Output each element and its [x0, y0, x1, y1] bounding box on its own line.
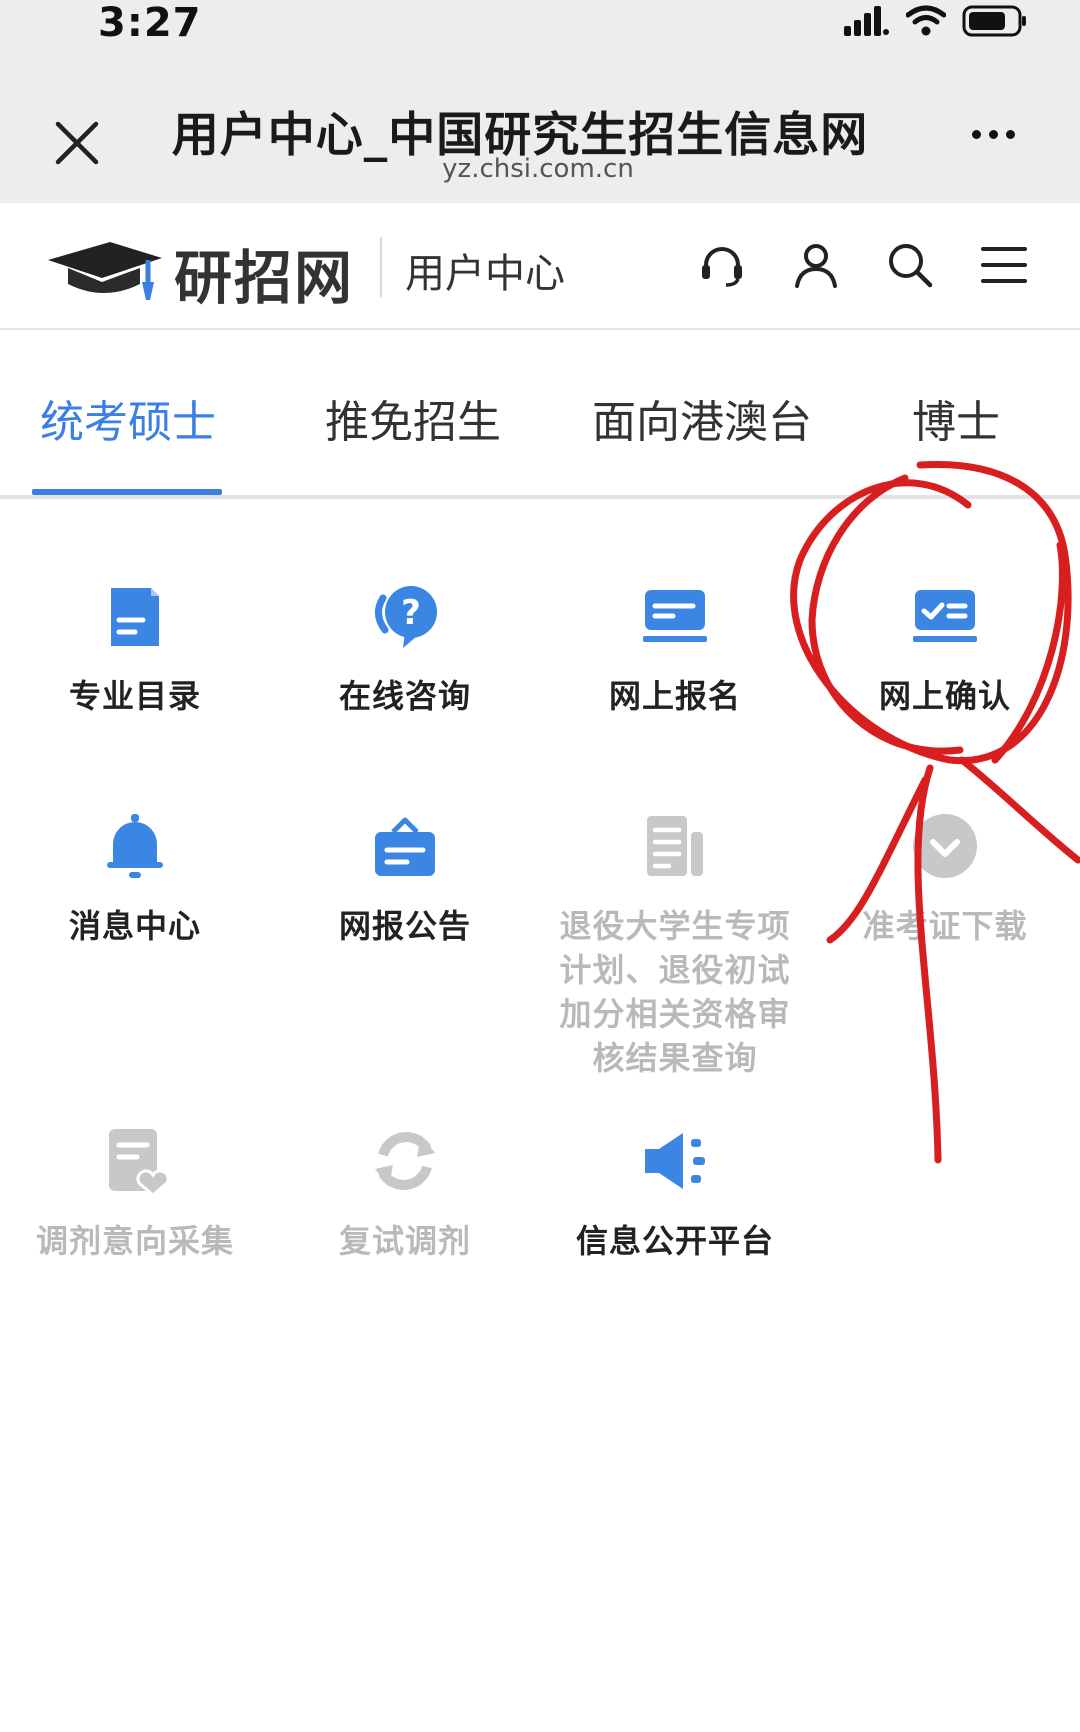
battery-icon	[962, 5, 1026, 37]
grid-label: 准考证下载	[862, 907, 1028, 945]
tab-tongkao-shuoshi[interactable]: 统考硕士	[40, 386, 216, 450]
site-logo[interactable]: 研招网	[44, 231, 354, 315]
grid-label: 网上确认	[878, 677, 1011, 715]
speaker-icon	[645, 1133, 705, 1189]
question-chat-icon: ?	[375, 586, 437, 648]
download-icon	[913, 814, 977, 878]
grid-label: 专业目录	[68, 677, 201, 715]
grid-item-veteran-result-query: 退役大学生专项计划、退役初试加分相关资格审核结果查询	[540, 810, 810, 1080]
user-icon[interactable]	[792, 241, 840, 289]
wifi-icon	[906, 5, 946, 36]
dot-icon	[989, 130, 998, 139]
status-time: 3:27	[98, 0, 202, 46]
grid-item-signup-notice[interactable]: 网报公告	[270, 810, 540, 948]
dot-icon	[1006, 130, 1015, 139]
browser-top-bar: 3:27 用户中心_中国研究生招生信息网 yz.chsi.com.cn	[0, 0, 1080, 203]
grid-label: 网报公告	[338, 907, 471, 945]
grid-item-major-catalog[interactable]: 专业目录	[0, 580, 270, 718]
grid-label: 消息中心	[68, 907, 201, 945]
grid-item-admission-ticket-download: 准考证下载	[810, 810, 1080, 948]
heart-form-icon	[109, 1129, 170, 1197]
category-tabs: 统考硕士 推免招生 面向港澳台 博士	[0, 332, 1080, 499]
grid-item-adjustment-intent: 调剂意向采集	[0, 1125, 270, 1263]
refresh-icon	[375, 1132, 435, 1190]
grid-label: 退役大学生专项计划、退役初试加分相关资格审核结果查询	[559, 907, 791, 1077]
grid-label: 复试调剂	[338, 1222, 471, 1260]
tab-hk-macao-taiwan[interactable]: 面向港澳台	[592, 386, 812, 450]
grid-item-message-center[interactable]: 消息中心	[0, 810, 270, 948]
bell-icon	[107, 814, 163, 878]
more-options-button[interactable]	[972, 130, 1015, 139]
header-divider	[380, 237, 382, 297]
grid-label: 在线咨询	[338, 677, 471, 715]
headset-icon[interactable]	[698, 241, 746, 289]
file-list-icon	[647, 816, 703, 876]
grid-item-online-consult[interactable]: ? 在线咨询	[270, 580, 540, 718]
grid-item-retest-adjustment: 复试调剂	[270, 1125, 540, 1263]
active-tab-indicator	[32, 489, 222, 495]
status-icons	[844, 4, 1028, 38]
logo-text: 研招网	[174, 244, 355, 312]
site-header: 研招网 用户中心	[0, 203, 1080, 330]
menu-icon[interactable]	[980, 241, 1028, 289]
tab-tuimian-zhaosheng[interactable]: 推免招生	[325, 386, 501, 450]
header-subtitle: 用户中心	[405, 251, 565, 297]
grid-item-online-confirm[interactable]: 网上确认	[810, 580, 1080, 718]
grid-label: 信息公开平台	[575, 1222, 774, 1260]
document-icon	[111, 588, 159, 646]
grid-item-online-signup[interactable]: 网上报名	[540, 580, 810, 718]
signal-icon	[844, 6, 889, 36]
tab-boshi[interactable]: 博士	[912, 386, 1000, 450]
svg-text:?: ?	[401, 593, 421, 633]
grid-label: 调剂意向采集	[35, 1222, 234, 1260]
graduation-cap-icon	[48, 242, 162, 300]
signup-card-icon	[643, 590, 707, 642]
header-actions	[698, 241, 1028, 289]
search-icon[interactable]	[886, 241, 934, 289]
grid-item-info-disclosure[interactable]: 信息公开平台	[540, 1125, 810, 1263]
confirm-card-icon	[913, 590, 977, 642]
page-url: yz.chsi.com.cn	[442, 154, 634, 184]
grid-label: 网上报名	[608, 677, 741, 715]
dot-icon	[972, 130, 981, 139]
announcement-icon	[375, 817, 435, 876]
